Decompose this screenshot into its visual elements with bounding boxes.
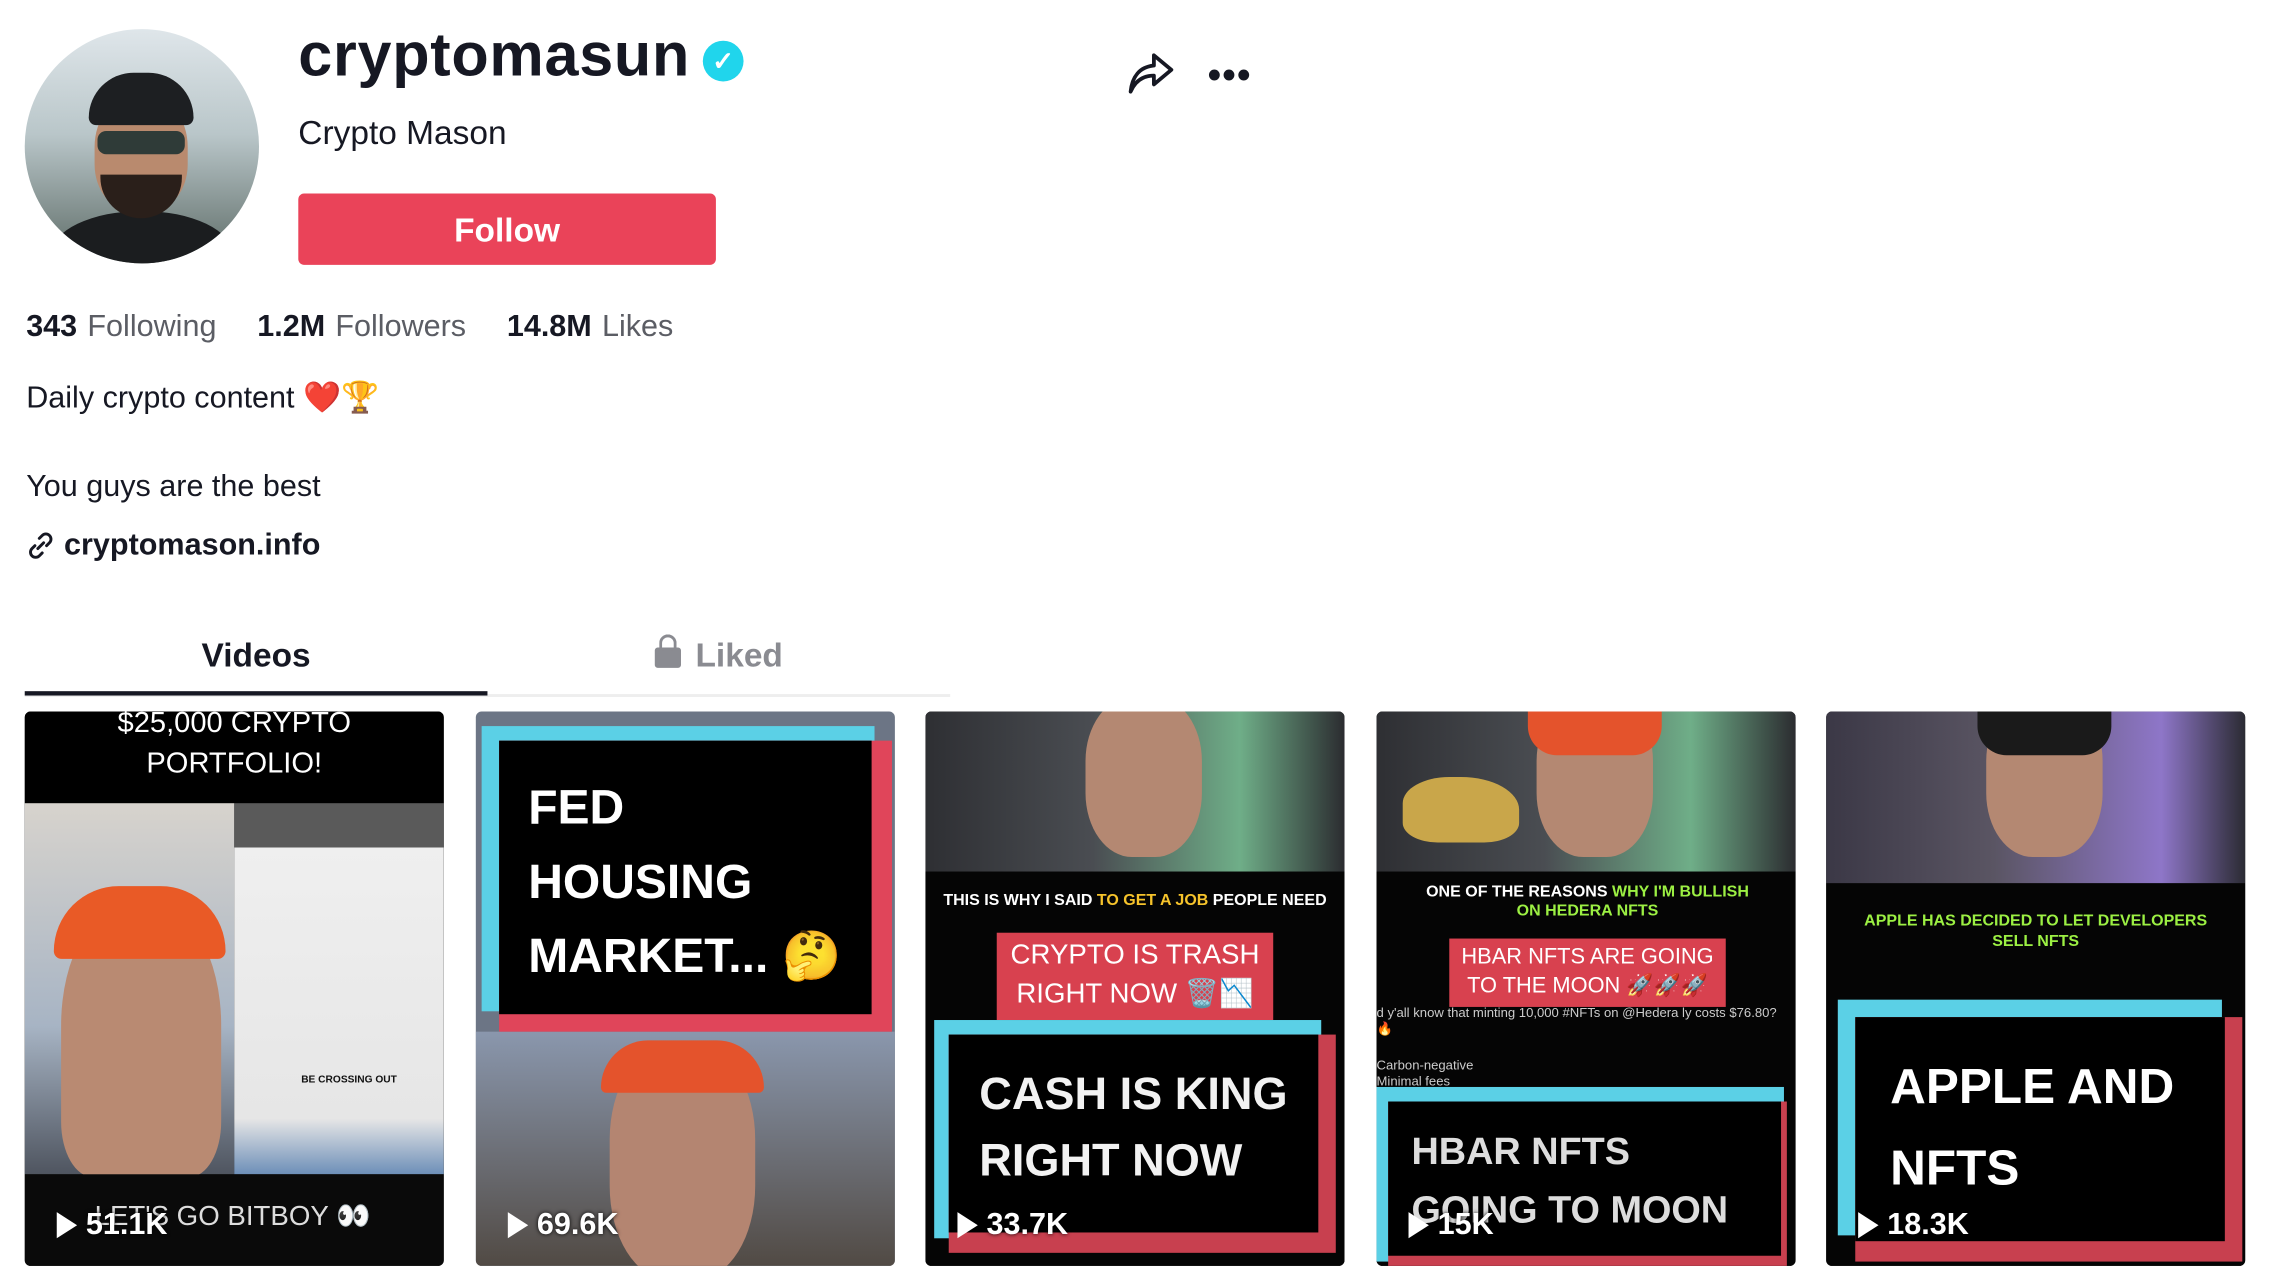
play-icon xyxy=(507,1212,529,1239)
view-count: 18.3K xyxy=(1858,1208,1969,1243)
link-icon xyxy=(29,532,53,559)
follow-button[interactable]: Follow xyxy=(298,193,716,265)
username: cryptomasun xyxy=(298,20,691,89)
play-icon xyxy=(56,1212,78,1239)
profile-stats: 343 Following 1.2M Followers 14.8M Likes xyxy=(26,310,673,345)
stat-following[interactable]: 343 Following xyxy=(26,310,216,345)
stat-likes: 14.8M Likes xyxy=(506,309,674,344)
bio-line: Daily crypto content ❤️🏆 xyxy=(26,381,380,415)
bio-line: You guys are the best xyxy=(26,469,321,504)
view-count: 69.6K xyxy=(507,1208,618,1243)
video-inner-text: BE CROSSING OUT xyxy=(301,1075,397,1086)
share-icon[interactable] xyxy=(1126,49,1175,96)
display-name: Crypto Mason xyxy=(298,113,507,152)
video-subtitle: THIS IS WHY I SAID TO GET A JOB PEOPLE N… xyxy=(943,891,1327,910)
tweet-text: d y'all know that minting 10,000 #NFTs o… xyxy=(1376,1005,1777,1037)
profile-link[interactable]: cryptomason.info xyxy=(26,528,320,563)
view-count: 51.1K xyxy=(56,1208,167,1243)
view-count: 15K xyxy=(1408,1208,1494,1243)
video-thumbnail[interactable]: APPLE HAS DECIDED TO LET DEVELOPERS SELL… xyxy=(1826,711,2246,1266)
play-icon xyxy=(957,1212,978,1239)
lock-icon xyxy=(654,634,681,668)
video-thumbnail[interactable]: FED HOUSING MARKET... 🤔 69.6K xyxy=(475,711,895,1266)
video-thumbnail[interactable]: ONE OF THE REASONS WHY I'M BULLISH ON HE… xyxy=(1376,711,1796,1266)
video-red-caption: HBAR NFTS ARE GOING TO THE MOON 🚀🚀🚀 xyxy=(1449,938,1726,1007)
video-title: FED HOUSING MARKET... 🤔 xyxy=(528,779,842,983)
verified-badge-icon: ✓ xyxy=(702,40,744,82)
play-icon xyxy=(1858,1212,1879,1239)
gold-bull-icon xyxy=(1402,777,1520,843)
tab-liked[interactable]: Liked xyxy=(487,618,950,691)
video-title: CASH IS KING RIGHT NOW xyxy=(979,1068,1288,1186)
video-subtitle: ONE OF THE REASONS WHY I'M BULLISH ON HE… xyxy=(1426,883,1749,920)
video-title: APPLE AND NFTS xyxy=(1890,1059,2175,1197)
video-thumbnail[interactable]: THIS IS WHY I SAID TO GET A JOB PEOPLE N… xyxy=(925,711,1345,1266)
video-red-caption: CRYPTO IS TRASH RIGHT NOW 🗑️📉 xyxy=(996,932,1274,1021)
view-count: 33.7K xyxy=(957,1208,1068,1243)
avatar[interactable] xyxy=(24,29,260,264)
video-thumbnail[interactable]: $25,000 CRYPTO PORTFOLIO! BE CROSSING OU… xyxy=(24,711,444,1266)
stat-followers[interactable]: 1.2M Followers xyxy=(257,310,466,345)
tab-videos[interactable]: Videos xyxy=(24,618,488,696)
profile-tabs: Videos Liked xyxy=(24,618,951,697)
video-subtitle: APPLE HAS DECIDED TO LET DEVELOPERS SELL… xyxy=(1864,912,2208,951)
video-caption: $25,000 CRYPTO PORTFOLIO! xyxy=(117,711,352,780)
more-options-icon[interactable]: ••• xyxy=(1208,52,1252,97)
play-icon xyxy=(1408,1212,1429,1239)
